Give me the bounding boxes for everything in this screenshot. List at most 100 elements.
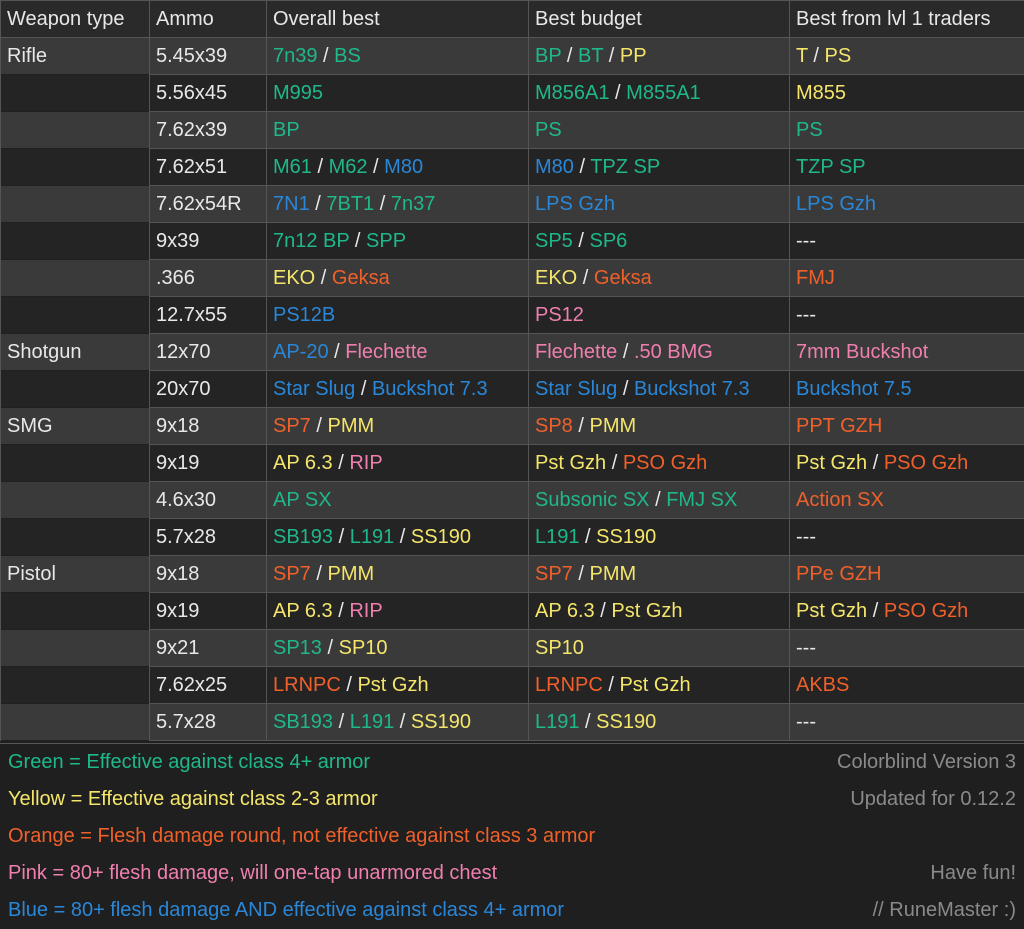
ammo-name: Pst Gzh	[357, 674, 429, 696]
ammo-name: SB193	[273, 711, 334, 733]
ammo-name: TPZ SP	[590, 156, 661, 178]
ammo-name: Flechette	[535, 341, 618, 363]
ammo-caliber-cell: 9x19	[149, 444, 267, 482]
best-traders-cell: TZP SP	[789, 148, 1024, 186]
overall-best-cell: M995	[266, 74, 529, 112]
best-budget-cell: PS12	[528, 296, 790, 334]
separator-slash: /	[602, 674, 620, 696]
ammo-name: BP	[535, 45, 562, 67]
ammo-caliber-cell: 12x70	[149, 333, 267, 371]
best-budget-cell: Flechette / .50 BMG	[528, 333, 790, 371]
table-row: SMG 9x18 SP7 / PMM SP8 / PMM PPT GZH	[0, 407, 1024, 445]
ammo-caliber-cell: 7.62x25	[149, 666, 267, 704]
overall-best-cell: PS12B	[266, 296, 529, 334]
best-traders-cell: PS	[789, 111, 1024, 149]
ammo-name: Action SX	[796, 489, 884, 511]
header-ammo: Ammo	[149, 0, 267, 38]
table-row: 9x19 AP 6.3 / RIP AP 6.3 / Pst Gzh Pst Gzh …	[0, 592, 1024, 630]
overall-best-cell: 7n39 / BS	[266, 37, 529, 75]
overall-best-cell: M61 / M62 / M80	[266, 148, 529, 186]
separator-slash: /	[328, 341, 346, 363]
ammo-name: PMM	[327, 415, 375, 437]
ammo-name: PMM	[327, 563, 375, 585]
ammo-name: PS	[535, 119, 562, 141]
best-budget-cell: BP / BT / PP	[528, 37, 790, 75]
best-traders-cell: PPe GZH	[789, 555, 1024, 593]
ammo-table-body: Rifle 5.45x39 7n39 / BS BP / BT / PP T / PS 5…	[0, 37, 1024, 741]
ammo-name: M80	[535, 156, 574, 178]
ammo-caliber-cell: 5.45x39	[149, 37, 267, 75]
legend-row: Green = Effective against class 4+ armor…	[0, 744, 1024, 781]
separator-slash: /	[333, 526, 350, 548]
separator-slash: /	[609, 82, 627, 104]
ammo-name: LPS Gzh	[796, 193, 877, 215]
ammo-name: SS190	[410, 526, 471, 548]
ammo-name: PPT GZH	[796, 415, 883, 437]
best-budget-cell: SP5 / SP6	[528, 222, 790, 260]
ammo-caliber-cell: 5.7x28	[149, 518, 267, 556]
ammo-name: Buckshot 7.5	[796, 378, 912, 400]
ammo-caliber-cell: 9x39	[149, 222, 267, 260]
ammo-name: L191	[349, 526, 395, 548]
overall-best-cell: SP13 / SP10	[266, 629, 529, 667]
best-budget-cell: SP7 / PMM	[528, 555, 790, 593]
legend-text: Pink = 80+ flesh damage, will one-tap un…	[8, 862, 498, 884]
best-budget-cell: LPS Gzh	[528, 185, 790, 223]
weapon-type-cell	[0, 296, 150, 334]
ammo-name: LRNPC	[273, 674, 341, 696]
best-budget-cell: SP8 / PMM	[528, 407, 790, 445]
separator-slash: /	[310, 563, 328, 585]
ammo-name: SS190	[596, 711, 657, 733]
ammo-name: Pst Gzh	[796, 600, 868, 622]
best-budget-cell: M856A1 / M855A1	[528, 74, 790, 112]
ammo-name: M61	[273, 156, 312, 178]
table-row: 9x39 7n12 BP / SPP SP5 / SP6 ---	[0, 222, 1024, 260]
legend-row: Yellow = Effective against class 2-3 arm…	[0, 781, 1024, 818]
ammo-name: ---	[796, 637, 816, 659]
ammo-name: SB193	[273, 526, 334, 548]
separator-slash: /	[617, 341, 634, 363]
ammo-name: M62	[328, 156, 368, 178]
separator-slash: /	[310, 415, 328, 437]
legend-text: Orange = Flesh damage round, not effecti…	[8, 825, 596, 847]
ammo-name: Star Slug	[273, 378, 356, 400]
overall-best-cell: 7n12 BP / SPP	[266, 222, 529, 260]
ammo-name: BP	[273, 119, 300, 141]
ammo-name: PPe GZH	[796, 563, 882, 585]
weapon-type-cell	[0, 703, 150, 741]
ammo-caliber-cell: 9x18	[149, 555, 267, 593]
separator-slash: /	[332, 452, 350, 474]
ammo-name: AKBS	[796, 674, 850, 696]
ammo-name: PMM	[589, 415, 637, 437]
ammo-name: SS190	[596, 526, 657, 548]
ammo-name: SP7	[273, 415, 311, 437]
ammo-name: 7n37	[390, 193, 436, 215]
ammo-name: SP5	[535, 230, 573, 252]
ammo-name: BT	[578, 45, 604, 67]
ammo-name: PMM	[589, 563, 637, 585]
separator-slash: /	[321, 637, 339, 659]
separator-slash: /	[579, 526, 597, 548]
best-traders-cell: ---	[789, 629, 1024, 667]
ammo-name: 7n39	[273, 45, 318, 67]
ammo-name: PSO Gzh	[883, 452, 969, 474]
ammo-caliber-cell: 9x19	[149, 592, 267, 630]
overall-best-cell: SB193 / L191 / SS190	[266, 518, 529, 556]
best-budget-cell: PS	[528, 111, 790, 149]
separator-slash: /	[594, 600, 612, 622]
ammo-chart: Weapon type Ammo Overall best Best budge…	[0, 0, 1024, 929]
table-row: 7.62x25 LRNPC / Pst Gzh LRNPC / Pst Gzh AKB…	[0, 666, 1024, 704]
ammo-name: 7BT1	[326, 193, 375, 215]
separator-slash: /	[603, 45, 620, 67]
ammo-name: EKO	[273, 267, 316, 289]
table-row: Rifle 5.45x39 7n39 / BS BP / BT / PP T / PS	[0, 37, 1024, 75]
best-budget-cell: Subsonic SX / FMJ SX	[528, 481, 790, 519]
best-budget-cell: M80 / TPZ SP	[528, 148, 790, 186]
ammo-name: RIP	[349, 600, 383, 622]
overall-best-cell: BP	[266, 111, 529, 149]
separator-slash: /	[374, 193, 391, 215]
separator-slash: /	[649, 489, 667, 511]
ammo-name: EKO	[535, 267, 578, 289]
overall-best-cell: AP-20 / Flechette	[266, 333, 529, 371]
weapon-type-cell	[0, 222, 150, 260]
